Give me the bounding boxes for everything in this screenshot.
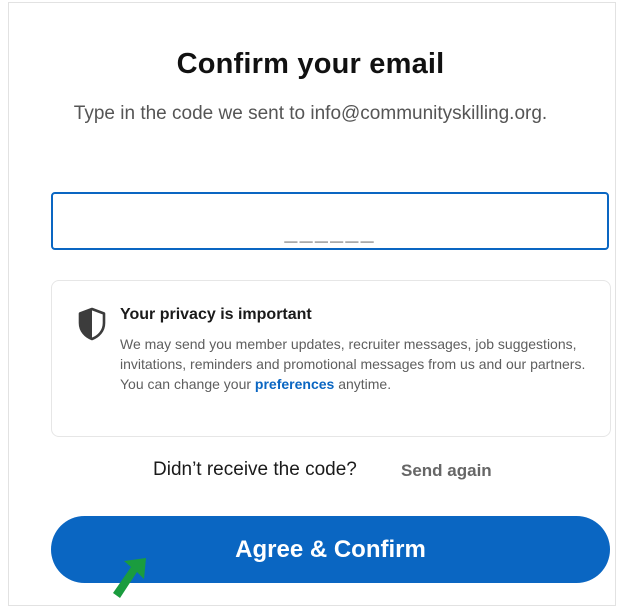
verification-code-field[interactable] <box>51 192 609 250</box>
resend-question: Didn’t receive the code? <box>153 459 357 480</box>
verification-code-input[interactable] <box>53 194 607 248</box>
privacy-notice: Your privacy is important We may send yo… <box>51 280 611 437</box>
page-title: Confirm your email <box>176 48 445 80</box>
privacy-body-suffix: anytime. <box>334 376 392 392</box>
privacy-title: Your privacy is important <box>120 306 312 323</box>
pointer-arrow-icon <box>113 558 146 598</box>
resend-row: Didn’t receive the code? Send again <box>0 459 621 483</box>
shield-icon <box>78 307 106 341</box>
preferences-link[interactable]: preferences <box>255 376 334 392</box>
send-again-link[interactable]: Send again <box>401 461 492 481</box>
privacy-body: We may send you member updates, recruite… <box>120 334 590 394</box>
page-subtitle: Type in the code we sent to info@communi… <box>73 103 548 124</box>
